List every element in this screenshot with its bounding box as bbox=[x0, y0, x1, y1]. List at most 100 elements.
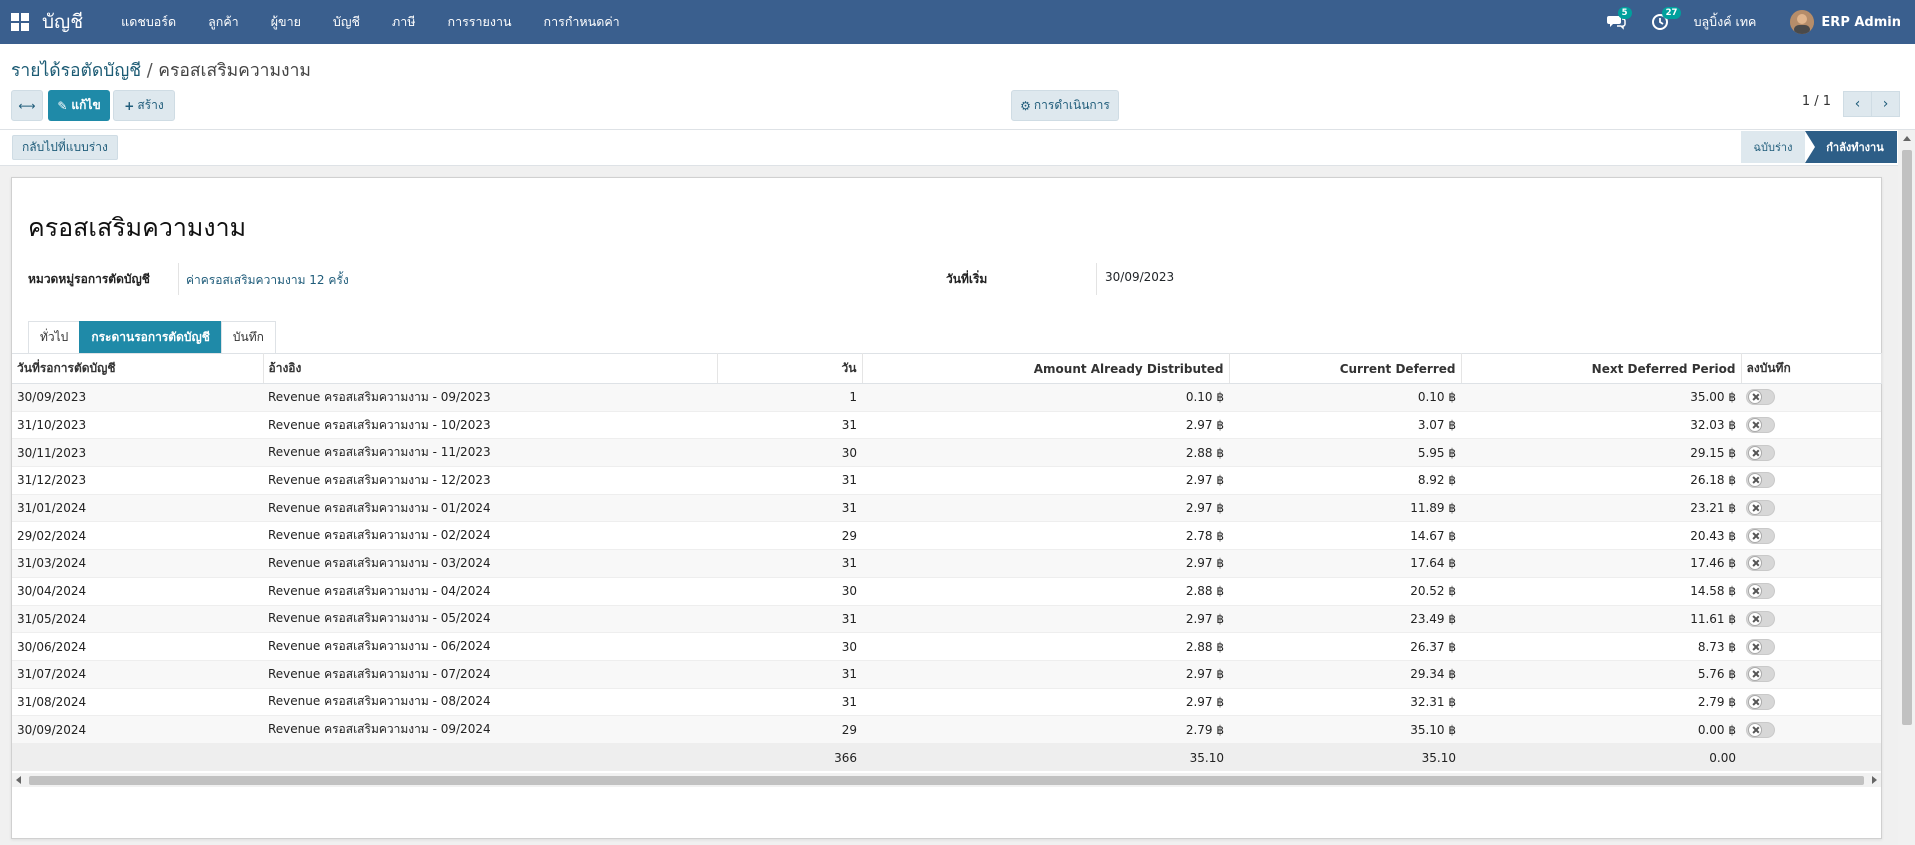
posted-toggle[interactable] bbox=[1746, 472, 1775, 489]
table-horizontal-scrollbar[interactable] bbox=[12, 773, 1881, 787]
edit-button[interactable]: ✎ แก้ไข bbox=[48, 90, 110, 121]
expand-button[interactable]: ⟷ bbox=[11, 90, 43, 121]
cell-deferral-date: 31/08/2024 bbox=[12, 688, 263, 717]
posted-toggle[interactable] bbox=[1746, 444, 1775, 461]
cell-next-deferred-period: 14.58 ฿ bbox=[1461, 577, 1741, 606]
column-header-current-deferred[interactable]: Current Deferred bbox=[1229, 353, 1462, 384]
column-header-next-deferred-period[interactable]: Next Deferred Period bbox=[1461, 353, 1742, 384]
posted-toggle[interactable] bbox=[1746, 417, 1775, 434]
pager-previous-button[interactable]: ‹ bbox=[1843, 91, 1872, 117]
activities-icon[interactable]: 27 bbox=[1650, 7, 1682, 33]
posted-toggle[interactable] bbox=[1746, 610, 1775, 627]
table-row[interactable]: 31/05/2024 Revenue ครอสเสริมความงาม - 05/… bbox=[12, 605, 1881, 634]
pencil-icon: ✎ bbox=[57, 98, 68, 113]
tab-general[interactable]: ทั่วไป bbox=[28, 321, 81, 353]
table-row[interactable]: 31/12/2023 Revenue ครอสเสริมความงาม - 12/… bbox=[12, 466, 1881, 495]
cell-current-deferred: 35.10 ฿ bbox=[1229, 715, 1461, 744]
user-menu[interactable]: ERP Admin bbox=[1821, 15, 1901, 30]
scroll-right-arrow-icon[interactable] bbox=[1872, 776, 1877, 784]
cell-current-deferred: 11.89 ฿ bbox=[1229, 494, 1461, 523]
table-row[interactable]: 31/08/2024 Revenue ครอสเสริมความงาม - 08/… bbox=[12, 688, 1881, 717]
menu-item-configuration[interactable]: การกำหนดค่า bbox=[544, 12, 620, 32]
total-next-deferred-period: 0.00 bbox=[1461, 743, 1741, 772]
back-to-draft-button[interactable]: กลับไปที่แบบร่าง bbox=[12, 135, 118, 160]
action-menu-button[interactable]: ⚙ การดำเนินการ bbox=[1011, 90, 1119, 121]
column-header-posted[interactable]: ลงบันทึก bbox=[1741, 353, 1882, 384]
table-row[interactable]: 30/04/2024 Revenue ครอสเสริมความงาม - 04/… bbox=[12, 577, 1881, 606]
messages-icon[interactable]: 5 bbox=[1606, 7, 1632, 33]
posted-toggle[interactable] bbox=[1746, 500, 1775, 517]
posted-toggle[interactable] bbox=[1746, 693, 1775, 710]
pager-next-button[interactable]: › bbox=[1871, 91, 1900, 117]
column-header-reference[interactable]: อ้างอิง bbox=[263, 353, 718, 384]
status-bar: กลับไปที่แบบร่าง ฉบับร่าง กำลังทำงาน bbox=[0, 130, 1915, 166]
posted-toggle[interactable] bbox=[1746, 389, 1775, 406]
tab-deferral-board[interactable]: กระดานรอการตัดบัญชี bbox=[79, 321, 222, 353]
column-header-deferral-date[interactable]: วันที่รอการตัดบัญชี bbox=[12, 353, 264, 384]
column-header-days[interactable]: วัน bbox=[717, 353, 863, 384]
scroll-up-arrow-icon[interactable] bbox=[1903, 136, 1911, 141]
cell-amount-distributed: 2.88 ฿ bbox=[862, 438, 1229, 468]
table-scrollbar-thumb[interactable] bbox=[29, 776, 1864, 785]
breadcrumb: รายได้รอตัดบัญชี / ครอสเสริมความงาม bbox=[11, 56, 311, 84]
pager-value[interactable]: 1 / 1 bbox=[1802, 94, 1831, 109]
table-row[interactable]: 30/09/2023 Revenue ครอสเสริมความงาม - 09/… bbox=[12, 383, 1881, 412]
deferral-category-field[interactable]: ค่าครอสเสริมความงาม 12 ครั้ง bbox=[186, 271, 349, 290]
column-header-amount-distributed[interactable]: Amount Already Distributed bbox=[862, 353, 1230, 384]
cell-deferral-date: 30/04/2024 bbox=[12, 577, 263, 606]
cell-posted bbox=[1741, 494, 1881, 523]
breadcrumb-parent[interactable]: รายได้รอตัดบัญชี bbox=[11, 61, 141, 81]
toggle-off-x-icon bbox=[1748, 639, 1762, 654]
scroll-left-arrow-icon[interactable] bbox=[16, 776, 21, 784]
menu-item-accounting[interactable]: บัญชี bbox=[333, 12, 360, 32]
breadcrumb-separator: / bbox=[146, 61, 153, 81]
posted-toggle[interactable] bbox=[1746, 527, 1775, 544]
activities-badge: 27 bbox=[1661, 7, 1682, 19]
create-label: สร้าง bbox=[137, 98, 164, 112]
stage-running[interactable]: กำลังทำงาน bbox=[1805, 131, 1897, 163]
posted-toggle[interactable] bbox=[1746, 721, 1775, 738]
menu-item-tax[interactable]: ภาษี bbox=[392, 12, 416, 32]
table-row[interactable]: 29/02/2024 Revenue ครอสเสริมความงาม - 02/… bbox=[12, 521, 1881, 551]
table-row[interactable]: 30/11/2023 Revenue ครอสเสริมความงาม - 11/… bbox=[12, 438, 1881, 468]
cell-current-deferred: 5.95 ฿ bbox=[1229, 438, 1461, 468]
menu-item-dashboard[interactable]: แดชบอร์ด bbox=[121, 12, 176, 32]
company-switcher[interactable]: บลูบิ้งค์ เทค bbox=[1694, 12, 1757, 32]
posted-toggle[interactable] bbox=[1746, 583, 1775, 600]
cell-days: 31 bbox=[717, 549, 862, 578]
create-button[interactable]: + สร้าง bbox=[113, 90, 175, 121]
tab-notes[interactable]: บันทึก bbox=[220, 321, 276, 353]
page-scrollbar-thumb[interactable] bbox=[1902, 150, 1912, 725]
total-empty bbox=[1741, 743, 1881, 772]
table-row[interactable]: 31/03/2024 Revenue ครอสเสริมความงาม - 03/… bbox=[12, 549, 1881, 578]
table-row[interactable]: 31/07/2024 Revenue ครอสเสริมความงาม - 07/… bbox=[12, 660, 1881, 689]
menu-item-vendors[interactable]: ผู้ขาย bbox=[271, 12, 301, 32]
cell-deferral-date: 29/02/2024 bbox=[12, 521, 263, 551]
toggle-off-x-icon bbox=[1748, 611, 1762, 626]
table-row[interactable]: 30/09/2024 Revenue ครอสเสริมความงาม - 09/… bbox=[12, 715, 1881, 744]
table-row[interactable]: 31/01/2024 Revenue ครอสเสริมความงาม - 01/… bbox=[12, 494, 1881, 523]
posted-toggle[interactable] bbox=[1746, 555, 1775, 572]
user-avatar[interactable] bbox=[1790, 10, 1815, 34]
cell-next-deferred-period: 8.73 ฿ bbox=[1461, 632, 1741, 661]
posted-toggle[interactable] bbox=[1746, 666, 1775, 683]
stage-draft[interactable]: ฉบับร่าง bbox=[1741, 131, 1805, 163]
posted-toggle[interactable] bbox=[1746, 638, 1775, 655]
start-date-field[interactable]: 30/09/2023 bbox=[1105, 270, 1174, 284]
cell-reference: Revenue ครอสเสริมความงาม - 07/2024 bbox=[263, 660, 717, 689]
toggle-off-x-icon bbox=[1748, 667, 1762, 682]
app-brand[interactable]: บัญชี bbox=[42, 7, 83, 37]
apps-menu-icon[interactable] bbox=[11, 13, 29, 31]
chevron-left-icon: ‹ bbox=[1854, 96, 1861, 112]
action-label: การดำเนินการ bbox=[1033, 98, 1110, 112]
cell-amount-distributed: 2.97 ฿ bbox=[862, 605, 1229, 634]
menu-item-customers[interactable]: ลูกค้า bbox=[208, 12, 239, 32]
toggle-off-x-icon bbox=[1748, 501, 1762, 516]
total-amount-distributed: 35.10 bbox=[862, 743, 1229, 772]
page-scrollbar[interactable] bbox=[1898, 130, 1915, 845]
menu-item-reporting[interactable]: การรายงาน bbox=[448, 12, 512, 32]
table-row[interactable]: 30/06/2024 Revenue ครอสเสริมความงาม - 06/… bbox=[12, 632, 1881, 661]
field-divider bbox=[178, 263, 179, 295]
cell-current-deferred: 26.37 ฿ bbox=[1229, 632, 1461, 661]
table-row[interactable]: 31/10/2023 Revenue ครอสเสริมความงาม - 10/… bbox=[12, 411, 1881, 440]
